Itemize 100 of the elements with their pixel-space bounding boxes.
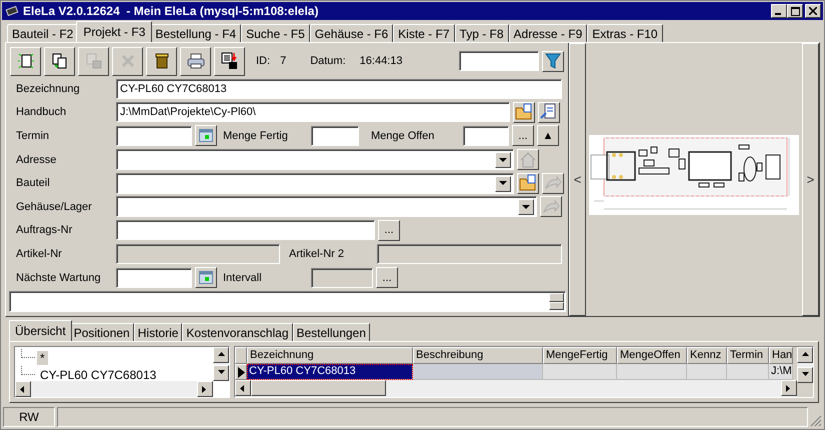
scroll-right-button[interactable] xyxy=(781,380,797,396)
print-button[interactable] xyxy=(180,46,211,76)
field-label: Bauteil xyxy=(16,177,51,190)
date-field[interactable] xyxy=(116,268,192,288)
bin-button[interactable] xyxy=(146,46,177,76)
id-value: 7 xyxy=(280,55,286,67)
new-document-icon xyxy=(16,52,34,70)
table-cell xyxy=(687,364,727,380)
tree-item[interactable]: * xyxy=(37,350,48,364)
scroll-down-button[interactable] xyxy=(797,367,813,383)
resize-grip-icon xyxy=(810,415,822,427)
vertical-scrollbar[interactable] xyxy=(797,347,813,383)
field-label: Gehäuse/Lager xyxy=(16,200,93,213)
tree-item[interactable]: CY-PL60 CY7C68013 xyxy=(37,368,160,381)
ellipsis-button[interactable]: ... xyxy=(512,125,534,146)
date-field[interactable] xyxy=(116,126,192,146)
field-label: Handbuch xyxy=(16,106,68,118)
tab[interactable]: Extras - F10 xyxy=(587,24,663,42)
field-label: Menge Fertig xyxy=(223,130,289,142)
ellipsis-button[interactable]: ... xyxy=(378,220,400,241)
scroll-up-button[interactable] xyxy=(797,347,813,363)
filter-icon xyxy=(545,53,561,69)
filter-button[interactable] xyxy=(542,50,564,72)
field-label: Nächste Wartung xyxy=(16,272,102,284)
column-header[interactable]: Bezeichnung xyxy=(247,347,413,364)
folder-button[interactable] xyxy=(513,102,535,123)
tab[interactable]: Adresse - F9 xyxy=(508,24,588,42)
tab[interactable]: Kiste - F7 xyxy=(393,24,455,42)
scroll-left-button[interactable] xyxy=(15,381,31,397)
scroll-up-button[interactable] xyxy=(549,293,564,302)
field-label: Intervall xyxy=(223,272,263,284)
save-icon xyxy=(84,52,102,70)
column-header[interactable]: MengeFertig xyxy=(543,347,617,364)
table-cell xyxy=(727,364,769,380)
tab[interactable]: Historie xyxy=(134,323,182,341)
field-label: Adresse xyxy=(16,154,58,166)
copy-button[interactable] xyxy=(44,46,75,76)
export-button[interactable] xyxy=(214,46,245,76)
tab[interactable]: Bestellung - F4 xyxy=(150,24,242,42)
tab[interactable]: Übersicht xyxy=(9,320,72,341)
next-button[interactable]: > xyxy=(802,43,819,316)
maximize-icon xyxy=(790,6,800,16)
scrollbar-thumb[interactable] xyxy=(251,380,386,396)
notes-field[interactable] xyxy=(9,291,566,312)
dropdown-field[interactable] xyxy=(116,196,537,218)
field-label: Termin xyxy=(16,130,50,142)
column-header[interactable]: MengeOffen xyxy=(617,347,687,364)
dropdown-field[interactable] xyxy=(116,149,514,170)
tab[interactable]: Positionen xyxy=(70,323,134,341)
minimize-button[interactable] xyxy=(771,4,787,18)
scroll-down-button[interactable] xyxy=(213,365,229,381)
folder-icon xyxy=(519,174,537,192)
field-label: Bezeichnung xyxy=(16,82,81,95)
calendar-button[interactable] xyxy=(195,267,217,288)
text-field[interactable] xyxy=(116,220,375,240)
table-cell: J:\M xyxy=(769,364,793,380)
vertical-scrollbar[interactable] xyxy=(213,347,229,381)
field-label: Artikel-Nr 2 xyxy=(289,248,346,260)
tab[interactable]: Bestellungen xyxy=(292,323,370,341)
horizontal-scrollbar[interactable] xyxy=(15,381,213,397)
horizontal-scrollbar[interactable] xyxy=(235,380,797,397)
document-button[interactable] xyxy=(538,102,560,123)
column-header[interactable]: Beschreibung xyxy=(413,347,543,364)
row-pointer-icon xyxy=(238,366,244,378)
column-header[interactable]: Han xyxy=(769,347,793,364)
calendar-icon xyxy=(199,271,213,284)
new-button[interactable] xyxy=(10,46,41,76)
arrow-icon xyxy=(542,198,560,216)
quantity-field[interactable] xyxy=(311,126,359,146)
tab[interactable]: Bauteil - F2 xyxy=(7,24,78,42)
text-field[interactable]: CY-PL60 CY7C68013 xyxy=(116,78,562,99)
scroll-right-button[interactable] xyxy=(197,381,213,397)
calendar-button[interactable] xyxy=(195,125,217,146)
id-label: ID: xyxy=(256,55,270,67)
previous-button[interactable]: < xyxy=(569,43,586,316)
close-icon xyxy=(809,7,817,15)
path-field[interactable]: J:\MmDat\Projekte\Cy-Pl60\ xyxy=(116,102,510,122)
folder-button[interactable] xyxy=(517,172,539,194)
maximize-button[interactable] xyxy=(787,4,803,18)
calendar-icon xyxy=(199,129,213,142)
scroll-left-button[interactable] xyxy=(235,380,251,396)
tab[interactable]: Gehäuse - F6 xyxy=(310,24,394,42)
collapse-button[interactable]: ▲ xyxy=(537,125,559,146)
tab[interactable]: Typ - F8 xyxy=(454,24,509,42)
readonly-field xyxy=(311,268,373,288)
tab[interactable]: Suche - F5 xyxy=(241,24,310,42)
filter-field[interactable] xyxy=(459,51,539,71)
folder-icon xyxy=(515,103,533,122)
copy-document-icon xyxy=(50,52,68,70)
column-header[interactable]: Kennz xyxy=(687,347,727,364)
dropdown-field[interactable] xyxy=(116,172,514,194)
quantity-field[interactable] xyxy=(463,126,509,146)
tab[interactable]: Kostenvoranschlag xyxy=(182,323,292,341)
column-header[interactable]: Termin xyxy=(727,347,769,364)
ellipsis-button[interactable]: ... xyxy=(376,267,398,288)
document-icon xyxy=(540,103,558,122)
scroll-up-button[interactable] xyxy=(213,347,229,363)
tab[interactable]: Projekt - F3 xyxy=(76,21,152,42)
close-button[interactable] xyxy=(805,4,821,18)
status-text: RW xyxy=(3,407,55,427)
